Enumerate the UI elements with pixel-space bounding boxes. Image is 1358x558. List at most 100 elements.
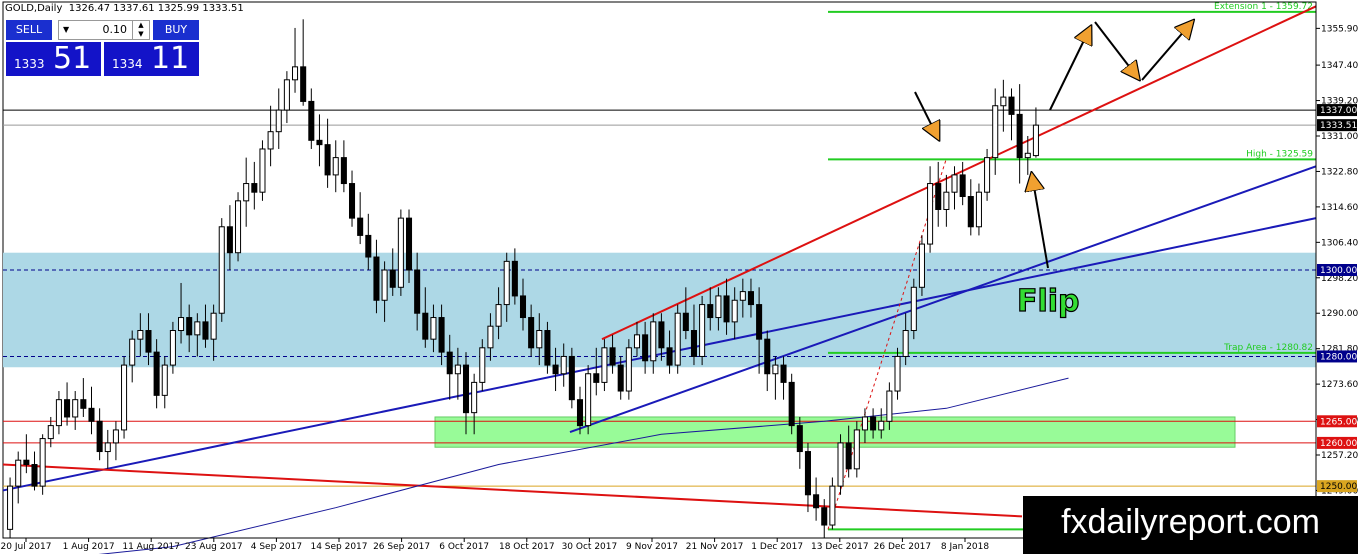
lot-size-value[interactable]: 0.10 (103, 21, 128, 39)
sell-price-pips: 51 (53, 41, 92, 76)
buy-button[interactable]: BUY (153, 20, 199, 40)
candle-body (389, 269, 396, 288)
y-tick-label: 1306.40 (1321, 238, 1358, 248)
candlestick-chart: Extension 1 - 1359.72 High - 1325.59 Trap … (1, 1, 1358, 558)
fib-level-label: High - 1325.59 (1246, 149, 1313, 159)
candle-body (837, 442, 844, 487)
candle-body (984, 157, 991, 193)
buy-price-prefix: 1334 (112, 57, 143, 71)
candle-body (992, 105, 999, 159)
candle-body (373, 256, 380, 301)
candle-body (674, 312, 681, 366)
candle-body (357, 217, 364, 236)
candle-body (243, 183, 250, 202)
x-tick-label: 11 Aug 2017 (122, 542, 180, 552)
candle-body (55, 399, 62, 427)
price-tag-label: 1300.00 (1320, 266, 1357, 276)
candle-body (251, 183, 258, 193)
candle-body (479, 347, 486, 383)
candle-body (845, 442, 852, 470)
x-tick-label: 8 Jan 2018 (941, 542, 989, 552)
sell-button[interactable]: SELL (6, 20, 52, 40)
x-tick-label: 21 Nov 2017 (686, 542, 744, 552)
candle-body (715, 295, 722, 319)
candle-body (348, 183, 356, 219)
x-tick-label: 14 Sep 2017 (310, 542, 367, 552)
lot-dropdown-icon[interactable]: ▼ (63, 21, 69, 39)
x-tick-label: 13 Dec 2017 (811, 542, 869, 552)
candle-body (137, 330, 144, 340)
candle-body (959, 174, 966, 198)
candle-body (764, 338, 771, 375)
x-tick-label: 1 Dec 2017 (751, 542, 803, 552)
candle-body (723, 295, 730, 323)
candle-body (552, 364, 559, 375)
y-tick-label: 1290.00 (1321, 309, 1358, 319)
candle-body (430, 317, 437, 340)
candle-body (756, 304, 763, 340)
candle-body (829, 485, 836, 526)
candle-body (39, 438, 46, 487)
candle-body (690, 330, 698, 357)
candle-body (210, 312, 217, 340)
x-tick-label: 26 Sep 2017 (373, 542, 430, 552)
candle-body (747, 291, 754, 306)
candle-body (7, 485, 14, 530)
projection-arrow (914, 91, 938, 138)
candle-body (666, 347, 673, 366)
price-tag-label: 1250.00 (1320, 482, 1357, 492)
price-tag-label: 1280.00 (1320, 352, 1357, 362)
candle-body (267, 131, 274, 150)
candle-body (585, 373, 592, 427)
candle-body (471, 381, 478, 414)
x-tick-label: 26 Dec 2017 (874, 542, 932, 552)
candle-body (161, 364, 168, 396)
x-tick-label: 18 Oct 2017 (499, 542, 555, 552)
candle-body (178, 317, 185, 332)
candle-body (918, 243, 925, 288)
candle-body (813, 494, 820, 509)
candle-body (47, 425, 54, 440)
y-tick-label: 1314.60 (1321, 203, 1358, 213)
candle-body (153, 351, 160, 396)
x-tick-label: 30 Oct 2017 (562, 542, 618, 552)
candle-body (23, 459, 30, 466)
symbol-label: GOLD,Daily (5, 3, 63, 14)
candle-body (927, 183, 934, 245)
lot-size-field[interactable]: ▼ 0.10 ▲ ▼ (58, 20, 150, 40)
candle-body (15, 459, 22, 487)
candle-body (446, 351, 453, 375)
x-tick-label: 6 Oct 2017 (439, 542, 489, 552)
candle-body (601, 347, 608, 383)
candle-body (625, 347, 632, 392)
candle-body (544, 330, 551, 366)
projection-arrow (1141, 22, 1192, 81)
candle-body (910, 286, 917, 332)
y-tick-label: 1257.20 (1321, 451, 1358, 461)
candle-body (104, 442, 111, 453)
candle-body (487, 325, 494, 349)
candle-body (31, 464, 38, 487)
sell-price-box[interactable]: 1333 51 (6, 42, 101, 76)
candle-body (633, 334, 641, 349)
candle-body (503, 260, 510, 306)
candle-body (121, 364, 128, 431)
candle-body (593, 373, 600, 383)
candle-body (96, 420, 103, 453)
candle-body (414, 269, 421, 314)
candle-body (1000, 96, 1007, 107)
buy-price-box[interactable]: 1334 11 (104, 42, 199, 76)
lot-spinner-icon[interactable]: ▲ ▼ (132, 21, 149, 39)
candle-body (739, 291, 746, 301)
candle-body (80, 399, 87, 409)
y-tick-label: 1331.00 (1321, 132, 1358, 142)
candle-body (870, 416, 877, 431)
candle-body (332, 157, 339, 176)
candle-body (292, 66, 299, 81)
candle-body (568, 355, 575, 401)
candle-body (804, 451, 811, 496)
candle-body (772, 364, 779, 375)
y-tick-label: 1347.40 (1321, 61, 1358, 71)
candle-body (780, 364, 787, 383)
candle-body (405, 217, 413, 271)
